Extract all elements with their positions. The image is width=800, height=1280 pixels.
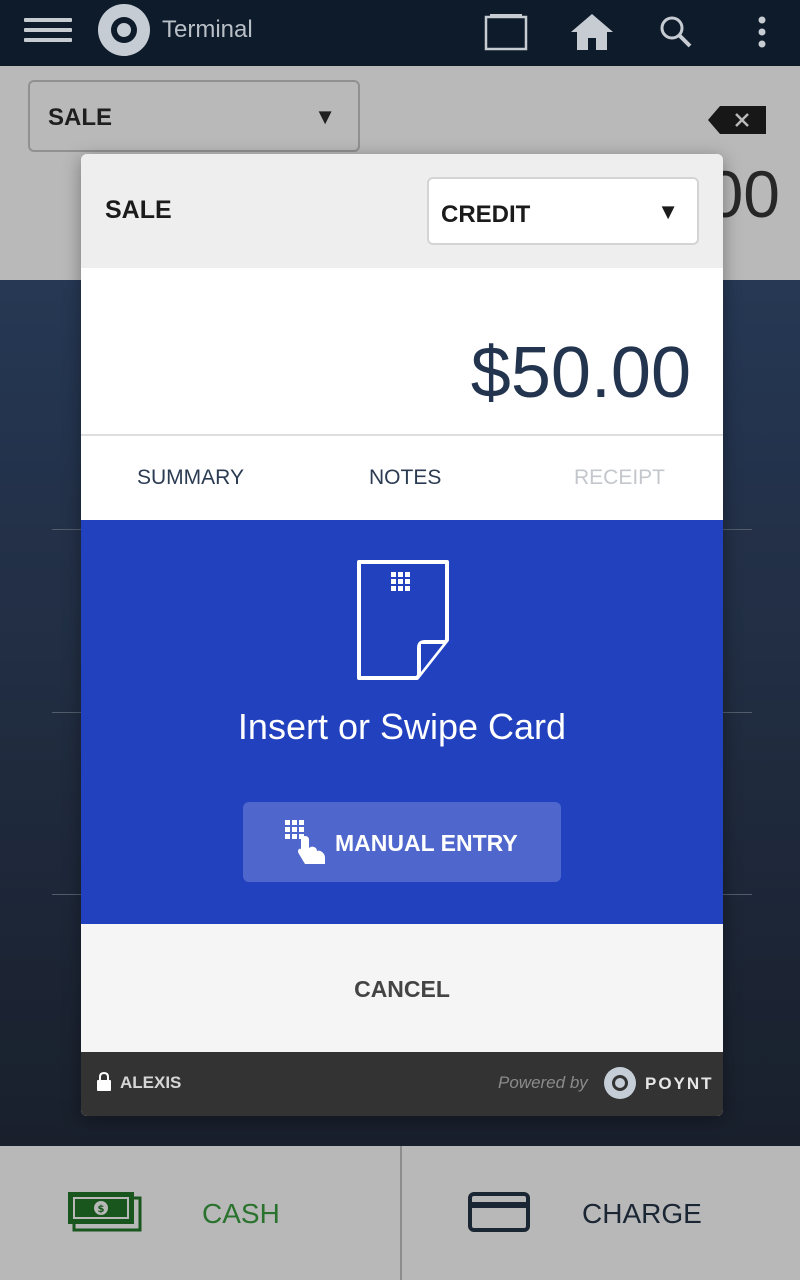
dialog-tabs: SUMMARY NOTES RECEIPT — [81, 436, 723, 520]
transaction-amount: $50.00 — [470, 333, 691, 413]
tab-summary[interactable]: SUMMARY — [137, 466, 244, 490]
cancel-button[interactable]: CANCEL — [81, 924, 723, 1052]
more-vert-icon[interactable] — [748, 8, 776, 56]
payment-dialog: SALE CREDIT ▼ $50.00 SUMMARY NOTES RECEI… — [81, 154, 723, 1116]
dialog-title: SALE — [105, 196, 172, 224]
brand-name: POYNT — [645, 1074, 714, 1093]
card-reader-area: Insert or Swipe Card MANUAL ENTRY — [81, 520, 723, 924]
tab-notes[interactable]: NOTES — [369, 466, 441, 490]
manual-entry-label: MANUAL ENTRY — [335, 830, 518, 856]
app-title: Terminal — [162, 16, 253, 43]
top-app-bar: Terminal — [0, 0, 800, 66]
lock-icon — [97, 1072, 111, 1091]
dropdown-arrow-icon: ▼ — [657, 199, 679, 224]
keypad-touch-icon — [285, 820, 325, 864]
powered-by-text: Powered by — [498, 1073, 588, 1092]
dialog-footer: ALEXIS Powered by POYNT — [81, 1052, 723, 1116]
poynt-logo-icon — [604, 1067, 636, 1099]
window-icon[interactable] — [480, 8, 532, 56]
amount-area: $50.00 — [81, 268, 723, 436]
cancel-label: CANCEL — [354, 976, 450, 1002]
operator-name: ALEXIS — [120, 1073, 182, 1092]
app-logo — [98, 4, 150, 56]
insert-card-instruction: Insert or Swipe Card — [237, 706, 567, 747]
manual-entry-button[interactable]: MANUAL ENTRY — [243, 802, 561, 882]
tab-receipt: RECEIPT — [574, 466, 666, 489]
payment-type-label: CREDIT — [441, 201, 531, 228]
payment-type-select[interactable]: CREDIT ▼ — [427, 177, 699, 245]
search-icon[interactable] — [654, 8, 698, 56]
home-icon[interactable] — [566, 8, 618, 56]
menu-icon[interactable] — [24, 16, 74, 44]
card-insert-icon — [357, 560, 449, 680]
dialog-header: SALE CREDIT ▼ — [81, 154, 723, 268]
